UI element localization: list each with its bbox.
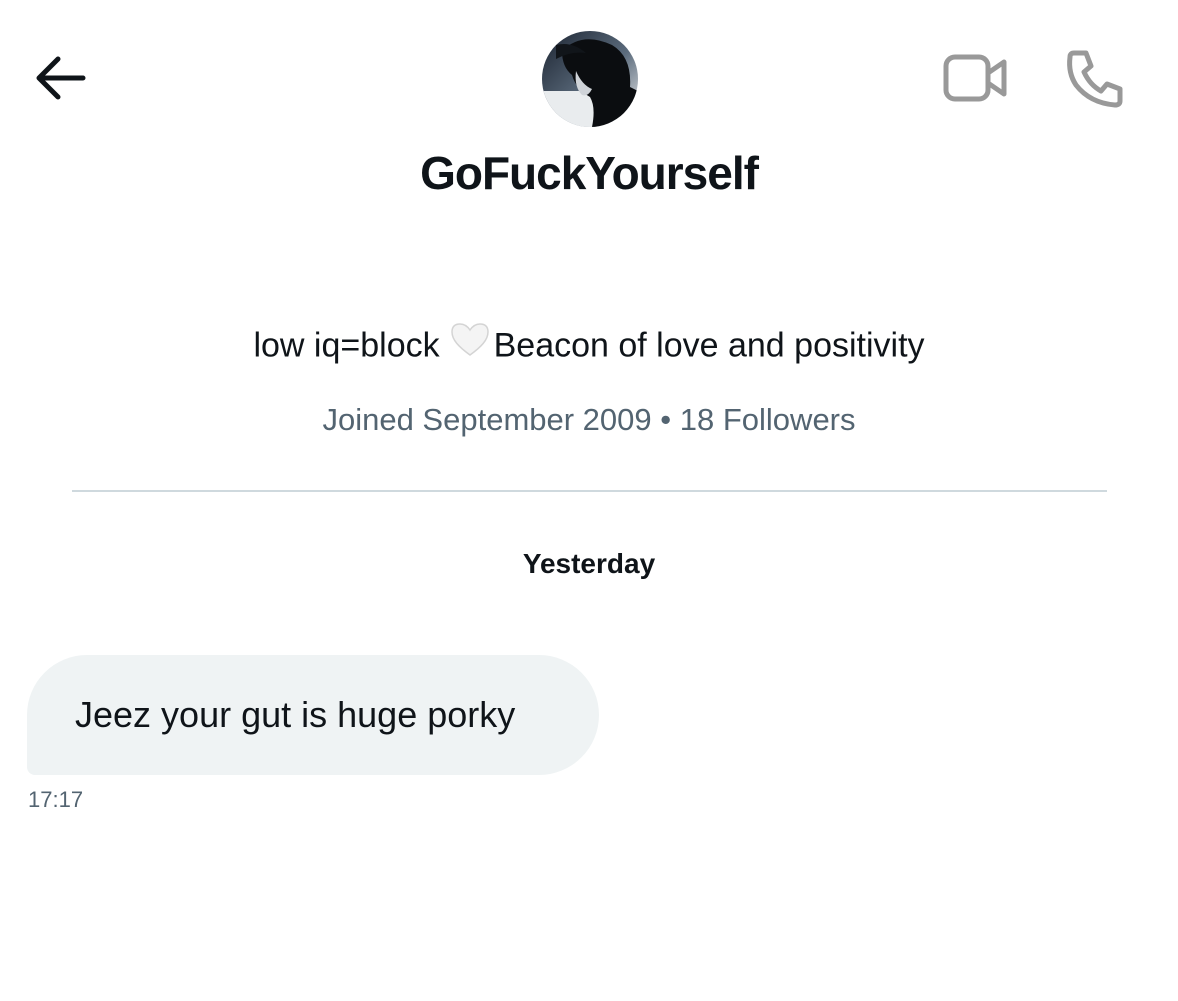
profile-meta: Joined September 2009 • 18 Followers: [0, 402, 1178, 438]
phone-icon: [1064, 47, 1126, 114]
avatar[interactable]: [542, 31, 638, 127]
arrow-left-icon: [33, 55, 87, 106]
followers-count[interactable]: 18 Followers: [680, 402, 856, 437]
profile-display-name[interactable]: GoFuckYourself: [0, 146, 1178, 200]
date-separator: Yesterday: [522, 548, 656, 579]
divider: [72, 490, 1107, 492]
back-button[interactable]: [30, 52, 90, 108]
voice-call-button[interactable]: [1062, 48, 1128, 112]
video-camera-icon: [942, 53, 1008, 108]
white-heart-icon: [450, 321, 490, 368]
joined-date: Joined September 2009: [322, 402, 652, 437]
video-call-button[interactable]: [940, 52, 1010, 108]
meta-separator: •: [660, 402, 672, 437]
message-timestamp: 17:17: [28, 787, 84, 812]
profile-bio: low iq=block Beacon of love and positivit…: [0, 321, 1178, 371]
message-bubble[interactable]: Jeez your gut is huge porky: [27, 655, 599, 775]
bio-text-before: low iq=block: [253, 326, 440, 365]
bio-text-after: Beacon of love and positivity: [493, 326, 925, 365]
message-text: Jeez your gut is huge porky: [75, 694, 516, 735]
